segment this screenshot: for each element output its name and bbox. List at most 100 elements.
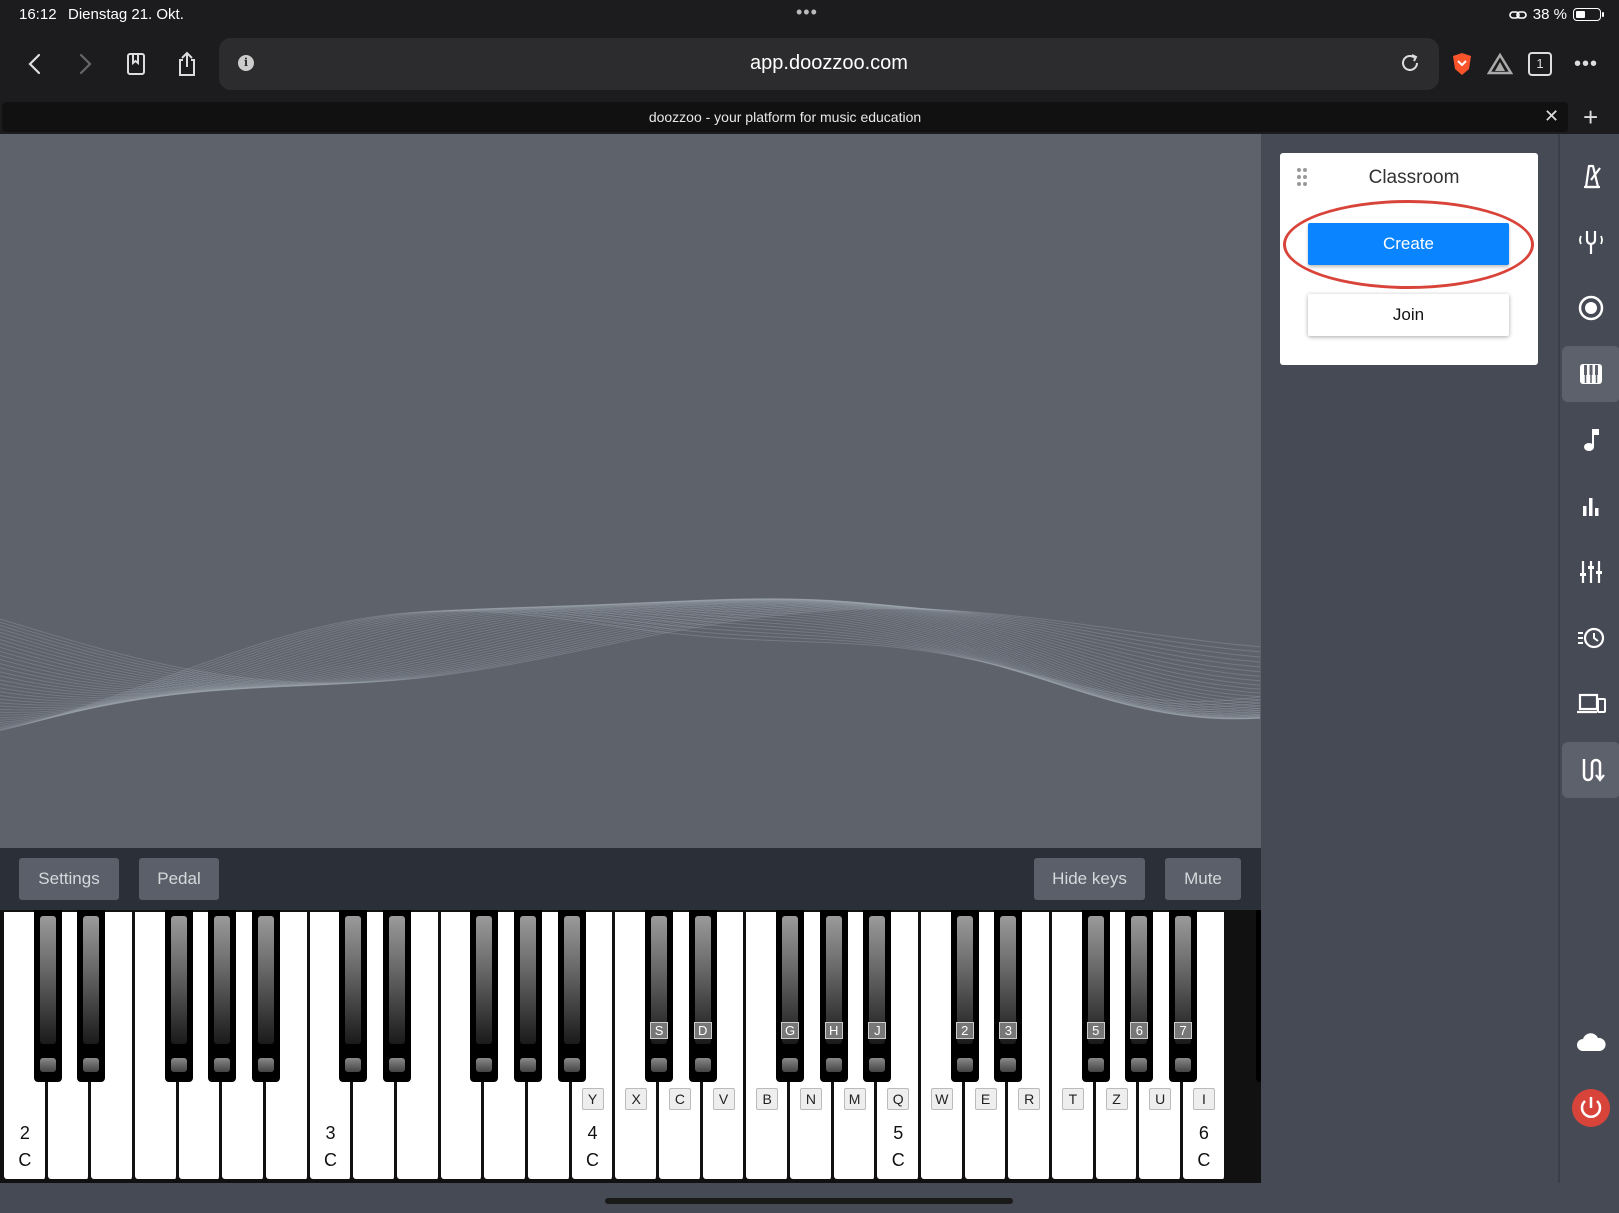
power-button[interactable] [1562, 1080, 1619, 1136]
tuning-fork-icon [1579, 231, 1603, 254]
record-button[interactable] [1562, 280, 1619, 336]
key-shortcut-label: E [974, 1088, 997, 1110]
black-key[interactable] [514, 910, 543, 1082]
forward-icon[interactable] [69, 48, 101, 80]
black-key[interactable] [557, 910, 586, 1082]
equalizer-button[interactable] [1562, 478, 1619, 534]
black-key[interactable]: D [688, 910, 717, 1082]
black-key[interactable] [383, 910, 412, 1082]
octave-label: 3C [324, 1123, 338, 1170]
devices-button[interactable] [1562, 676, 1619, 732]
black-key[interactable] [252, 910, 281, 1082]
bookmarks-icon[interactable] [120, 48, 152, 80]
video-stage [0, 134, 1261, 848]
key-shortcut-label: I [1192, 1088, 1215, 1110]
pedal-button[interactable]: Pedal [139, 858, 219, 900]
octave-label: 6C [1197, 1123, 1211, 1170]
cloud-button[interactable] [1562, 1014, 1619, 1070]
metronome-icon [1584, 164, 1601, 189]
notes-button[interactable] [1562, 412, 1619, 468]
key-shortcut-label: Y [581, 1088, 604, 1110]
black-key[interactable]: 7 [1169, 910, 1198, 1082]
metronome-button[interactable] [1562, 148, 1619, 204]
status-time: 16:12 [19, 6, 57, 23]
url-text: app.doozzoo.com [750, 52, 908, 74]
classroom-card: Classroom Create Join [1280, 153, 1538, 365]
black-key[interactable] [208, 910, 237, 1082]
octave-label: 2C [18, 1123, 32, 1170]
rewards-triangle-icon[interactable] [1484, 48, 1516, 80]
routing-button[interactable] [1562, 742, 1619, 798]
black-key[interactable]: G [776, 910, 805, 1082]
piano-button[interactable] [1562, 346, 1619, 402]
address-bar[interactable]: i app.doozzoo.com [219, 38, 1439, 90]
black-key[interactable] [33, 910, 62, 1082]
home-indicator[interactable] [605, 1198, 1013, 1204]
hide-keys-button[interactable]: Hide keys [1034, 858, 1145, 900]
key-shortcut-label: C [668, 1088, 691, 1110]
black-key[interactable]: S [645, 910, 674, 1082]
history-button[interactable] [1562, 610, 1619, 666]
wave-line [0, 607, 1261, 727]
mixer-button[interactable] [1562, 544, 1619, 600]
key-shortcut-label: 3 [999, 1022, 1018, 1039]
settings-button[interactable]: Settings [19, 858, 119, 900]
key-shortcut-label: U [1149, 1088, 1172, 1110]
black-key[interactable]: 2 [950, 910, 979, 1082]
black-key[interactable] [339, 910, 368, 1082]
cloud-icon [1577, 1033, 1606, 1051]
piano-icon [1580, 364, 1602, 384]
reload-icon[interactable] [1399, 52, 1421, 79]
new-tab-icon[interactable]: + [1583, 102, 1598, 133]
multitasking-dots-icon[interactable]: ••• [796, 2, 818, 23]
key-shortcut-label: T [1061, 1088, 1084, 1110]
black-key[interactable]: 3 [994, 910, 1023, 1082]
key-shortcut-label: N [799, 1088, 822, 1110]
tabs-count-button[interactable]: 1 [1524, 48, 1556, 80]
history-icon [1578, 627, 1605, 649]
wave-line [0, 604, 1261, 720]
black-key[interactable] [470, 910, 499, 1082]
black-key[interactable]: 6 [1125, 910, 1154, 1082]
black-key[interactable] [164, 910, 193, 1082]
share-icon[interactable] [171, 48, 203, 80]
key-shortcut-label: H [824, 1022, 843, 1039]
key-shortcut-label: 6 [1130, 1022, 1149, 1039]
black-key[interactable] [1256, 910, 1261, 1082]
key-shortcut-label: J [868, 1022, 887, 1039]
home-indicator-area [0, 1183, 1619, 1213]
tuner-button[interactable] [1562, 214, 1619, 270]
key-shortcut-label: X [625, 1088, 648, 1110]
mute-button[interactable]: Mute [1165, 858, 1241, 900]
black-key[interactable] [77, 910, 106, 1082]
browser-toolbar: i app.doozzoo.com 1 ••• [0, 30, 1619, 100]
black-key[interactable]: 5 [1081, 910, 1110, 1082]
more-menu-icon[interactable]: ••• [1570, 48, 1602, 80]
key-shortcut-label: W [930, 1088, 953, 1110]
join-button[interactable]: Join [1308, 294, 1509, 336]
record-icon [1578, 295, 1604, 321]
key-shortcut-label: D [693, 1022, 712, 1039]
tool-sidebar [1558, 134, 1619, 1183]
link-icon [1508, 10, 1527, 19]
piano-control-bar: Settings Pedal Hide keys Mute [0, 848, 1261, 910]
key-shortcut-label: B [756, 1088, 779, 1110]
battery-icon [1573, 8, 1604, 21]
key-shortcut-label: 2 [955, 1022, 974, 1039]
status-date: Dienstag 21. Okt. [68, 6, 184, 23]
key-shortcut-label: M [843, 1088, 866, 1110]
key-shortcut-label: G [781, 1022, 800, 1039]
key-shortcut-label: V [712, 1088, 735, 1110]
tab-doozzoo[interactable]: doozzoo - your platform for music educat… [2, 102, 1568, 132]
piano-keyboard: 2C 3C Y 4C XCVBNMQ 5C WERTZUI 6C S D G H J 2 3 5 6 7 [0, 910, 1261, 1183]
tab-close-icon[interactable]: ✕ [1544, 106, 1559, 127]
tab-bar: doozzoo - your platform for music educat… [0, 100, 1619, 134]
wave-background [0, 598, 1261, 732]
create-button[interactable]: Create [1308, 223, 1509, 265]
brave-shield-icon[interactable] [1446, 48, 1478, 80]
black-key[interactable]: H [819, 910, 848, 1082]
black-key[interactable]: J [863, 910, 892, 1082]
octave-label: 5C [891, 1123, 905, 1170]
back-icon[interactable] [19, 48, 51, 80]
key-shortcut-label: S [650, 1022, 669, 1039]
